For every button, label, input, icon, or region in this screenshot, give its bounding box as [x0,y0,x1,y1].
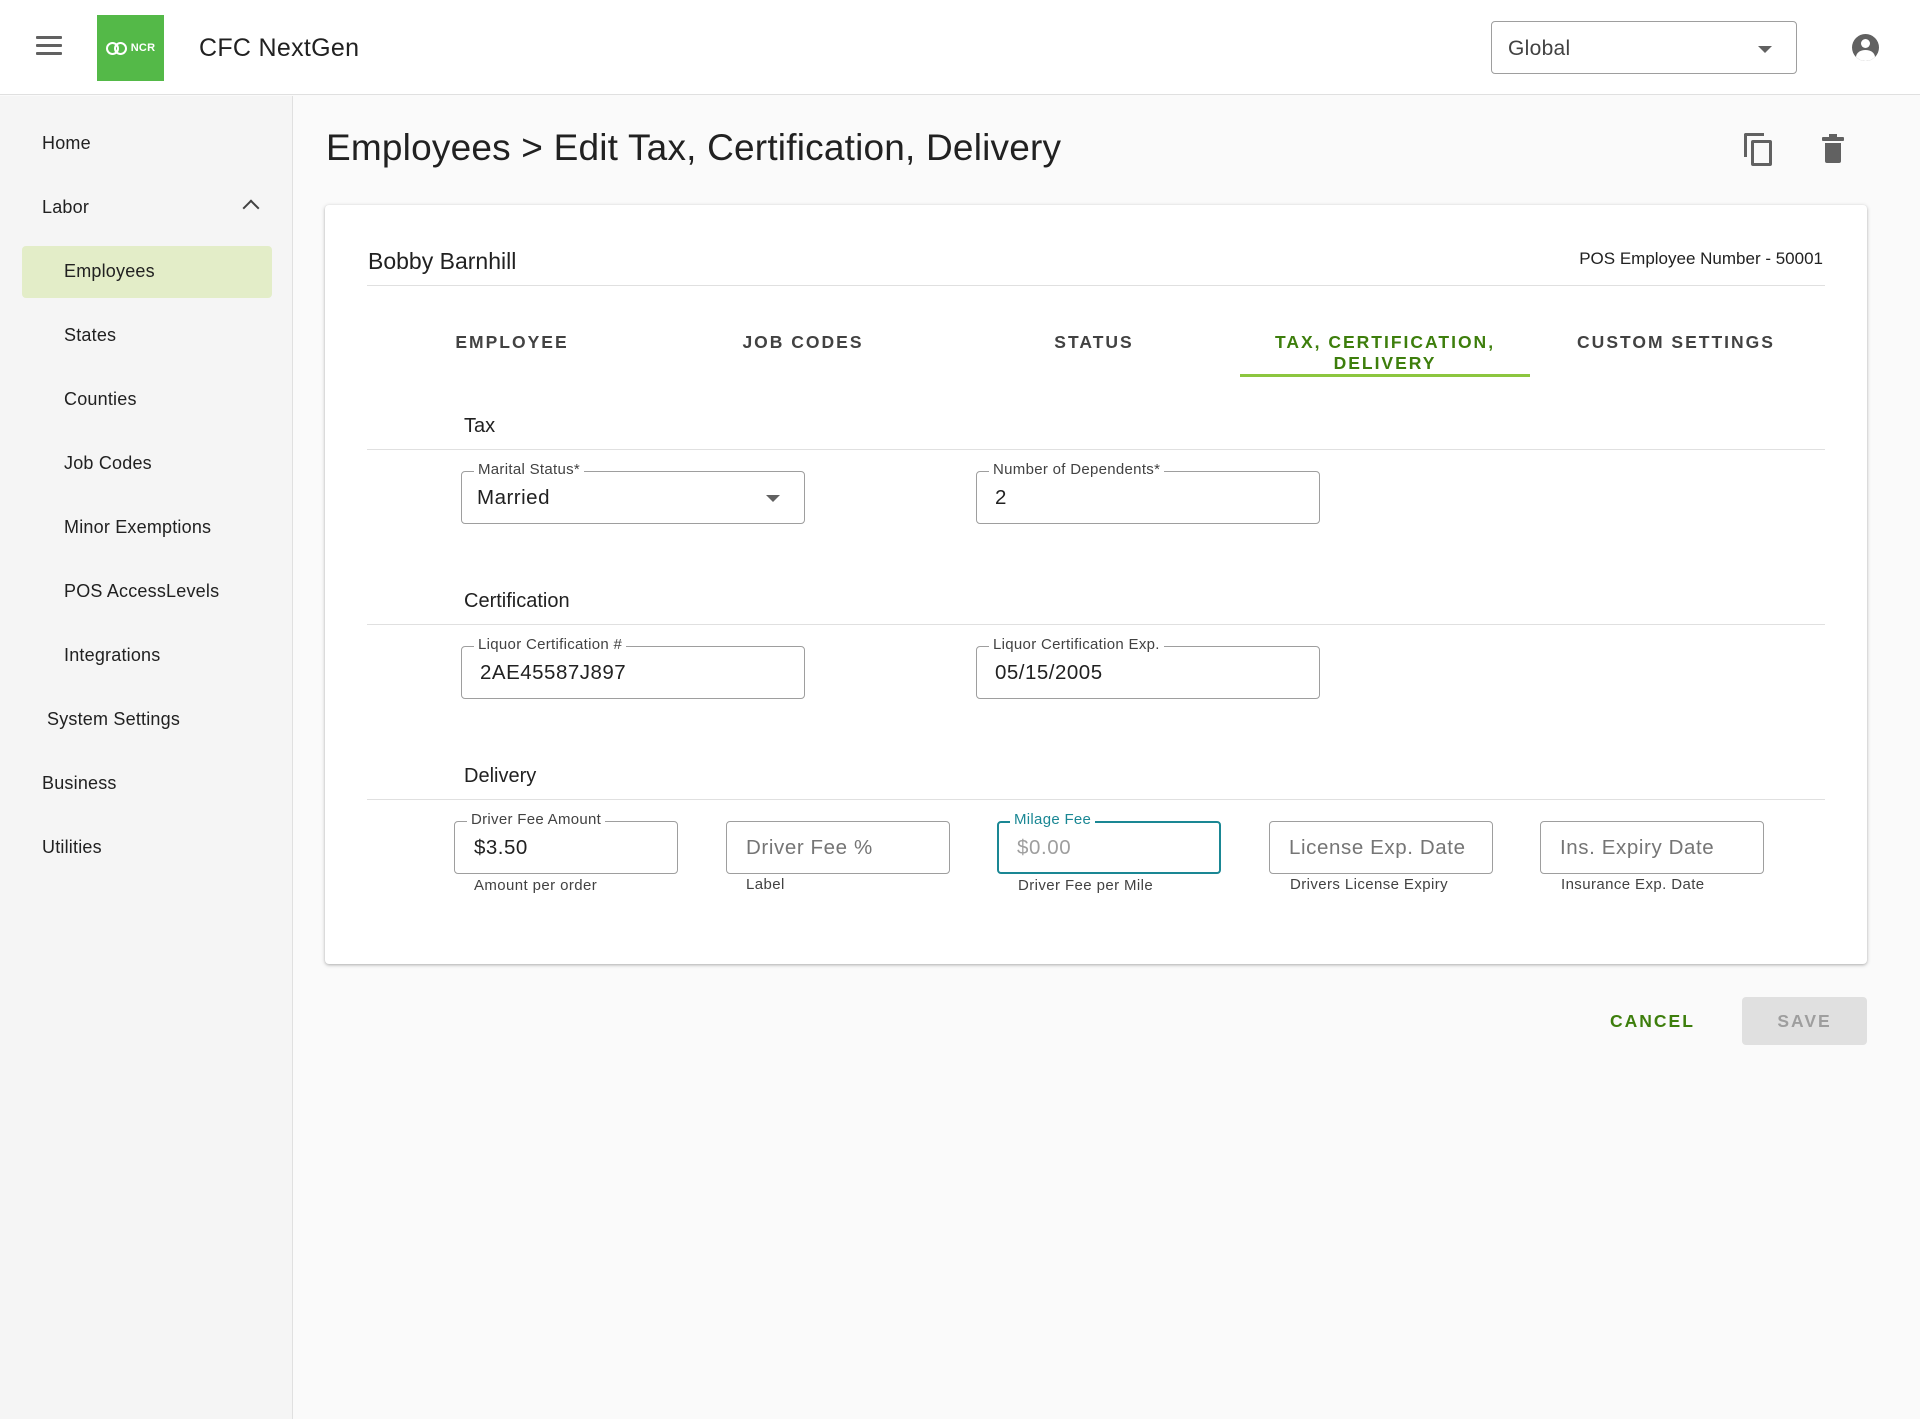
save-button[interactable]: SAVE [1742,997,1867,1045]
field-placeholder: Driver Fee % [746,836,873,859]
field-value: 2AE45587J897 [480,661,627,684]
dependents-field[interactable]: Number of Dependents* 2 [976,462,1320,524]
milage-fee-helper: Driver Fee per Mile [1018,877,1154,894]
field-label: Liquor Certification # [474,637,627,653]
header-divider [367,285,1825,286]
field-label: Marital Status* [474,462,585,478]
ncr-logo: NCR [97,15,164,81]
liquor-cert-number-field[interactable]: Liquor Certification # 2AE45587J897 [461,637,805,699]
milage-fee-field[interactable]: Milage Fee $0.00 [997,812,1221,874]
field-value: Married [477,486,550,509]
page-title: Employees > Edit Tax, Certification, Del… [326,127,1062,168]
sidebar-item-integrations[interactable]: Integrations [0,630,293,682]
scope-select-value: Global [1508,37,1571,60]
driver-fee-percent-field[interactable]: Driver Fee % [726,821,950,874]
menu-icon[interactable] [36,36,62,58]
field-label: Liquor Certification Exp. [989,637,1164,653]
license-exp-helper: Drivers License Expiry [1290,876,1449,893]
section-divider [367,624,1825,625]
field-value: 2 [995,486,1007,509]
chevron-up-icon [242,199,260,217]
tab-label-line-1: TAX, CERTIFICATION, [1274,332,1496,352]
sidebar-item-system-settings[interactable]: System Settings [0,694,293,746]
sidebar-item-utilities[interactable]: Utilities [0,822,293,874]
tab-tax-certification-delivery[interactable]: TAX, CERTIFICATION, DELIVERY [1240,327,1530,377]
liquor-cert-exp-field[interactable]: Liquor Certification Exp. 05/15/2005 [976,637,1320,699]
sidebar-item-states[interactable]: States [0,310,293,362]
insurance-exp-helper: Insurance Exp. Date [1561,876,1705,893]
tab-custom-settings[interactable]: CUSTOM SETTINGS [1531,327,1821,377]
field-value: $3.50 [474,836,528,859]
field-label: Driver Fee Amount [467,812,606,828]
sidebar-item-labor[interactable]: Labor [0,182,293,234]
sidebar-item-counties[interactable]: Counties [0,374,293,426]
copy-icon[interactable] [1744,133,1774,167]
app-title: CFC NextGen [199,34,360,62]
sidebar-item-business[interactable]: Business [0,758,293,810]
tab-employee[interactable]: EMPLOYEE [367,327,657,377]
sidebar-item-employees[interactable]: Employees [22,246,272,298]
driver-fee-percent-helper: Label [746,876,785,893]
sidebar-nav: Home Labor Employees States Counties Job… [0,96,293,1419]
field-placeholder: $0.00 [1017,836,1072,859]
section-divider [367,799,1825,800]
tab-job-codes[interactable]: JOB CODES [658,327,948,377]
employee-name: Bobby Barnhill [368,248,517,274]
tab-label-line-2: DELIVERY [1333,353,1437,373]
driver-fee-amount-helper: Amount per order [474,877,598,894]
dropdown-arrow-icon [1758,46,1772,53]
field-label: Number of Dependents* [989,462,1165,478]
sidebar-item-pos-accesslevels[interactable]: POS AccessLevels [0,566,293,618]
sidebar-item-job-codes[interactable]: Job Codes [0,438,293,490]
license-exp-date-field[interactable]: License Exp. Date [1269,821,1493,874]
section-divider [367,449,1825,450]
delete-icon[interactable] [1822,134,1844,164]
field-label: Milage Fee [1010,812,1096,828]
insurance-expiry-date-field[interactable]: Ins. Expiry Date [1540,821,1764,874]
app-header: NCR CFC NextGen Global [0,0,1920,95]
field-placeholder: Ins. Expiry Date [1560,836,1715,859]
account-circle-icon[interactable] [1852,34,1879,61]
field-value: 05/15/2005 [995,661,1103,684]
section-title-delivery: Delivery [464,765,537,787]
section-title-tax: Tax [464,415,496,437]
employee-edit-card: Bobby Barnhill POS Employee Number - 500… [325,205,1867,964]
scope-select[interactable]: Global [1491,21,1797,74]
driver-fee-amount-field[interactable]: Driver Fee Amount $3.50 [454,812,678,874]
cancel-button[interactable]: CANCEL [1596,997,1709,1045]
pos-employee-number: POS Employee Number - 50001 [1579,249,1823,268]
tab-status[interactable]: STATUS [949,327,1239,377]
sidebar-item-home[interactable]: Home [0,118,293,170]
field-placeholder: License Exp. Date [1289,836,1466,859]
dropdown-arrow-icon [766,495,780,502]
section-title-certification: Certification [464,590,570,612]
sidebar-item-minor-exemptions[interactable]: Minor Exemptions [0,502,293,554]
marital-status-select[interactable]: Marital Status* Married [461,462,805,524]
